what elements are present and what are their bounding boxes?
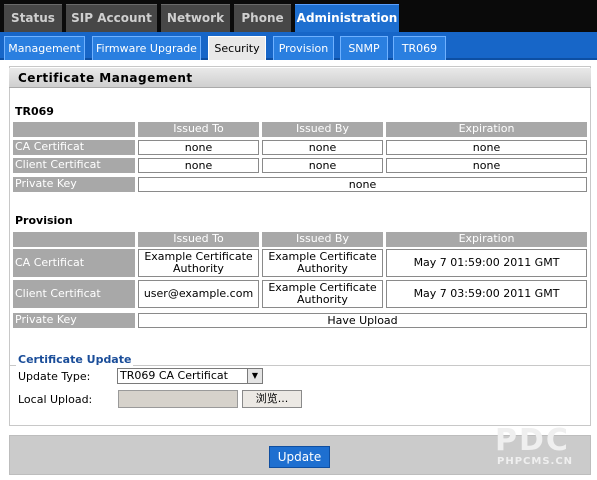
tr069-private-key-value: none <box>138 177 587 192</box>
tr069-client-label: Client Certificat <box>13 158 135 173</box>
tab-administration[interactable]: Administration <box>295 4 399 32</box>
tab-phone[interactable]: Phone <box>234 4 291 32</box>
provision-ca-issued-by: Example Certificate Authority <box>262 249 383 277</box>
update-type-label: Update Type: <box>18 370 91 383</box>
tr069-header-expiration: Expiration <box>386 122 587 137</box>
tr069-client-issued-to: none <box>138 158 259 173</box>
update-type-value: TR069 CA Certificat <box>120 369 228 382</box>
provision-private-key-label: Private Key <box>13 313 135 328</box>
provision-client-issued-by: Example Certificate Authority <box>262 280 383 308</box>
browse-button[interactable]: 浏览... <box>242 390 302 408</box>
tab-sip-account[interactable]: SIP Account <box>66 4 157 32</box>
subtab-tr069[interactable]: TR069 <box>393 36 446 60</box>
provision-ca-issued-to: Example Certificate Authority <box>138 249 259 277</box>
tr069-ca-issued-to: none <box>138 140 259 155</box>
provision-header-issued-by: Issued By <box>262 232 383 247</box>
watermark-small-text: PHPCMS.CN <box>497 456 574 467</box>
tr069-private-key-label: Private Key <box>13 177 135 192</box>
provision-private-key-value: Have Upload <box>138 313 587 328</box>
provision-header-issued-to: Issued To <box>138 232 259 247</box>
tr069-header-issued-to: Issued To <box>138 122 259 137</box>
subtab-provision[interactable]: Provision <box>273 36 334 60</box>
sub-navigation: Management Firmware Upgrade Security Pro… <box>0 32 597 60</box>
provision-ca-label: CA Certificat <box>13 249 135 277</box>
provision-section-title: Provision <box>15 214 73 227</box>
local-upload-input[interactable] <box>118 390 238 408</box>
top-navigation: Status SIP Account Network Phone Adminis… <box>0 0 597 32</box>
update-button[interactable]: Update <box>269 446 330 468</box>
tr069-section-title: TR069 <box>15 105 54 118</box>
tr069-ca-expiration: none <box>386 140 587 155</box>
watermark-logo: PDC PHPCMS.CN <box>495 423 574 468</box>
tr069-client-issued-by: none <box>262 158 383 173</box>
provision-ca-expiration: May 7 01:59:00 2011 GMT <box>386 249 587 277</box>
tab-network[interactable]: Network <box>161 4 230 32</box>
certificate-update-legend: Certificate Update <box>16 353 134 366</box>
provision-client-expiration: May 7 03:59:00 2011 GMT <box>386 280 587 308</box>
subtab-management[interactable]: Management <box>4 36 85 60</box>
tr069-ca-label: CA Certificat <box>13 140 135 155</box>
update-type-select[interactable]: TR069 CA Certificat ▼ <box>117 368 263 384</box>
tr069-header-blank <box>13 122 135 137</box>
tr069-ca-issued-by: none <box>262 140 383 155</box>
tr069-client-expiration: none <box>386 158 587 173</box>
subtab-snmp[interactable]: SNMP <box>340 36 388 60</box>
provision-client-issued-to: user@example.com <box>138 280 259 308</box>
local-upload-label: Local Upload: <box>18 393 93 406</box>
provision-header-expiration: Expiration <box>386 232 587 247</box>
provision-header-blank <box>13 232 135 247</box>
tr069-header-issued-by: Issued By <box>262 122 383 137</box>
provision-client-label: Client Certificat <box>13 280 135 308</box>
subtab-firmware-upgrade[interactable]: Firmware Upgrade <box>92 36 201 60</box>
watermark-big-text: PDC <box>495 423 570 458</box>
subtab-security[interactable]: Security <box>208 36 266 60</box>
chevron-down-icon[interactable]: ▼ <box>247 369 262 383</box>
tab-status[interactable]: Status <box>4 4 62 32</box>
panel-title: Certificate Management <box>9 68 591 88</box>
